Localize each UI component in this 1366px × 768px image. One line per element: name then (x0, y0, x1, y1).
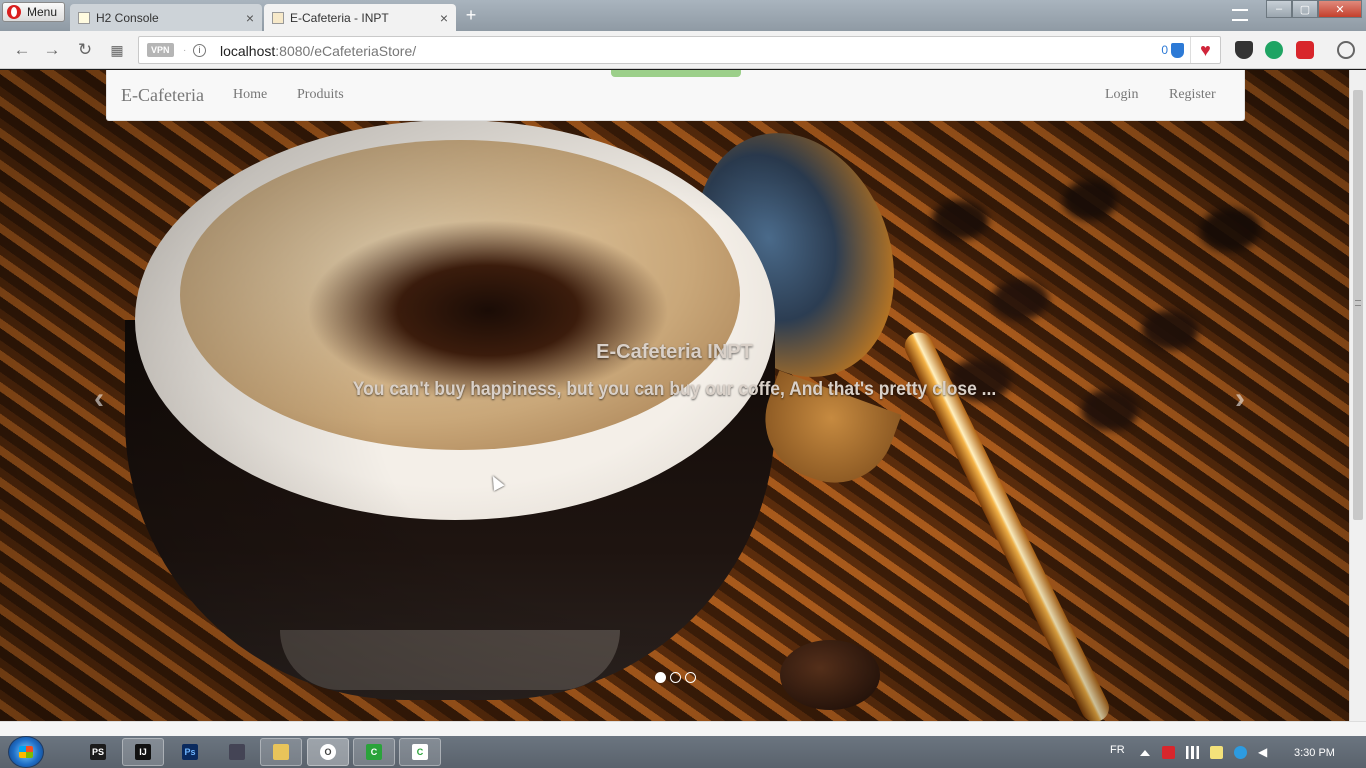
taskbar-stack-icon[interactable] (225, 738, 249, 766)
reload-icon[interactable]: ↻ (75, 40, 95, 60)
tab-menu-icon[interactable] (1232, 9, 1248, 21)
tray-network-icon[interactable] (1186, 746, 1199, 759)
url-path: :8080/eCafeteriaStore/ (275, 43, 417, 59)
vpn-badge[interactable]: VPN (147, 43, 174, 57)
page-loading-bar (611, 70, 741, 77)
scrollbar-grip-icon (1355, 300, 1361, 306)
taskbar-opera-icon[interactable]: O (307, 738, 349, 766)
update-clock-icon[interactable] (1337, 41, 1355, 59)
tray-notes-icon[interactable] (1210, 746, 1223, 759)
carousel-caption-title: E-Cafeteria INPT (596, 341, 753, 363)
browser-menu-button[interactable]: Menu (2, 2, 65, 22)
tray-acrobat-icon[interactable] (1162, 746, 1175, 759)
url-host: localhost (220, 43, 276, 59)
menu-label: Menu (27, 5, 58, 19)
tray-update-icon[interactable] (1234, 746, 1247, 759)
taskbar-photoshop-icon[interactable]: Ps (178, 738, 202, 766)
speed-dial-grid-icon[interactable]: ▦ (107, 40, 127, 60)
browser-status-strip (0, 721, 1366, 736)
tray-volume-icon[interactable]: ◀ (1258, 746, 1271, 759)
address-toolbar: ← → ↻ ▦ VPN · i localhost:8080/eCafeteri… (0, 31, 1366, 69)
tab-title: E-Cafeteria - INPT (290, 10, 389, 25)
carousel-next-chevron-icon[interactable]: › (1235, 382, 1245, 416)
carousel-caption-text: You can't buy happiness, but you can buy… (352, 379, 997, 400)
vpn-dot-icon: · (183, 45, 187, 56)
site-brand-link[interactable]: E-Cafeteria (121, 85, 204, 106)
taskbar-camtasia-icon[interactable]: C (353, 738, 395, 766)
taskbar-clock[interactable]: 3:30 PM (1294, 747, 1335, 759)
maximize-button[interactable]: ▢ (1292, 0, 1318, 18)
taskbar-powershell-icon[interactable]: PS (86, 738, 110, 766)
windows-taskbar: PS IJ Ps O C C FR ◀ 3:30 PM (0, 736, 1366, 768)
tray-expand-icon[interactable] (1140, 750, 1150, 756)
tab-close-icon[interactable]: × (440, 10, 448, 26)
acrobat-extension-icon[interactable] (1296, 41, 1314, 59)
forward-arrow-icon[interactable]: → (42, 40, 62, 60)
page-favicon-icon (78, 11, 90, 24)
nav-login-link[interactable]: Login (1105, 87, 1138, 103)
windows-start-button[interactable] (8, 736, 44, 768)
nav-register-link[interactable]: Register (1169, 87, 1216, 103)
tab-e-cafeteria[interactable]: E-Cafeteria - INPT × (264, 4, 456, 31)
nav-home-link[interactable]: Home (233, 87, 267, 103)
new-tab-button[interactable]: + (462, 6, 480, 24)
tab-h2-console[interactable]: H2 Console × (70, 4, 262, 31)
tab-close-icon[interactable]: × (246, 10, 254, 26)
nav-produits-link[interactable]: Produits (297, 87, 344, 103)
minimize-button[interactable]: – (1266, 0, 1292, 18)
adblock-count: 0 (1161, 43, 1168, 57)
site-navbar: E-Cafeteria Home Produits Login Register (106, 70, 1245, 121)
taskbar-camtasia-recorder-icon[interactable]: C (399, 738, 441, 766)
taskbar-explorer-icon[interactable] (260, 738, 302, 766)
green-extension-icon[interactable] (1265, 41, 1283, 59)
carousel-indicator-dot[interactable] (670, 672, 681, 683)
carousel-indicator-dot[interactable] (655, 672, 666, 683)
carousel-prev-chevron-icon[interactable]: ‹ (94, 382, 104, 416)
address-bar[interactable]: VPN · i localhost:8080/eCafeteriaStore/ … (138, 36, 1221, 64)
carousel-indicator-dot[interactable] (685, 672, 696, 683)
page-favicon-icon (272, 11, 284, 24)
site-info-icon[interactable]: i (193, 44, 206, 57)
back-arrow-icon[interactable]: ← (12, 40, 32, 60)
url-text[interactable]: localhost:8080/eCafeteriaStore/ (220, 43, 416, 59)
tab-title: H2 Console (96, 10, 159, 25)
opera-logo-icon (7, 5, 21, 19)
window-controls: – ▢ ✕ (1266, 0, 1362, 18)
carousel-indicators (655, 672, 696, 683)
page-scrollbar[interactable] (1349, 70, 1366, 721)
adblock-shield-icon[interactable] (1171, 43, 1184, 58)
bookmark-heart-icon[interactable]: ♥ (1190, 37, 1220, 63)
close-window-button[interactable]: ✕ (1318, 0, 1362, 18)
input-language[interactable]: FR (1110, 744, 1125, 756)
taskbar-intellij-icon[interactable]: IJ (122, 738, 164, 766)
browser-tab-strip: Menu H2 Console × E-Cafeteria - INPT × +… (0, 0, 1366, 31)
page-viewport: E-Cafeteria Home Produits Login Register… (0, 70, 1349, 721)
pocket-extension-icon[interactable] (1235, 41, 1253, 59)
